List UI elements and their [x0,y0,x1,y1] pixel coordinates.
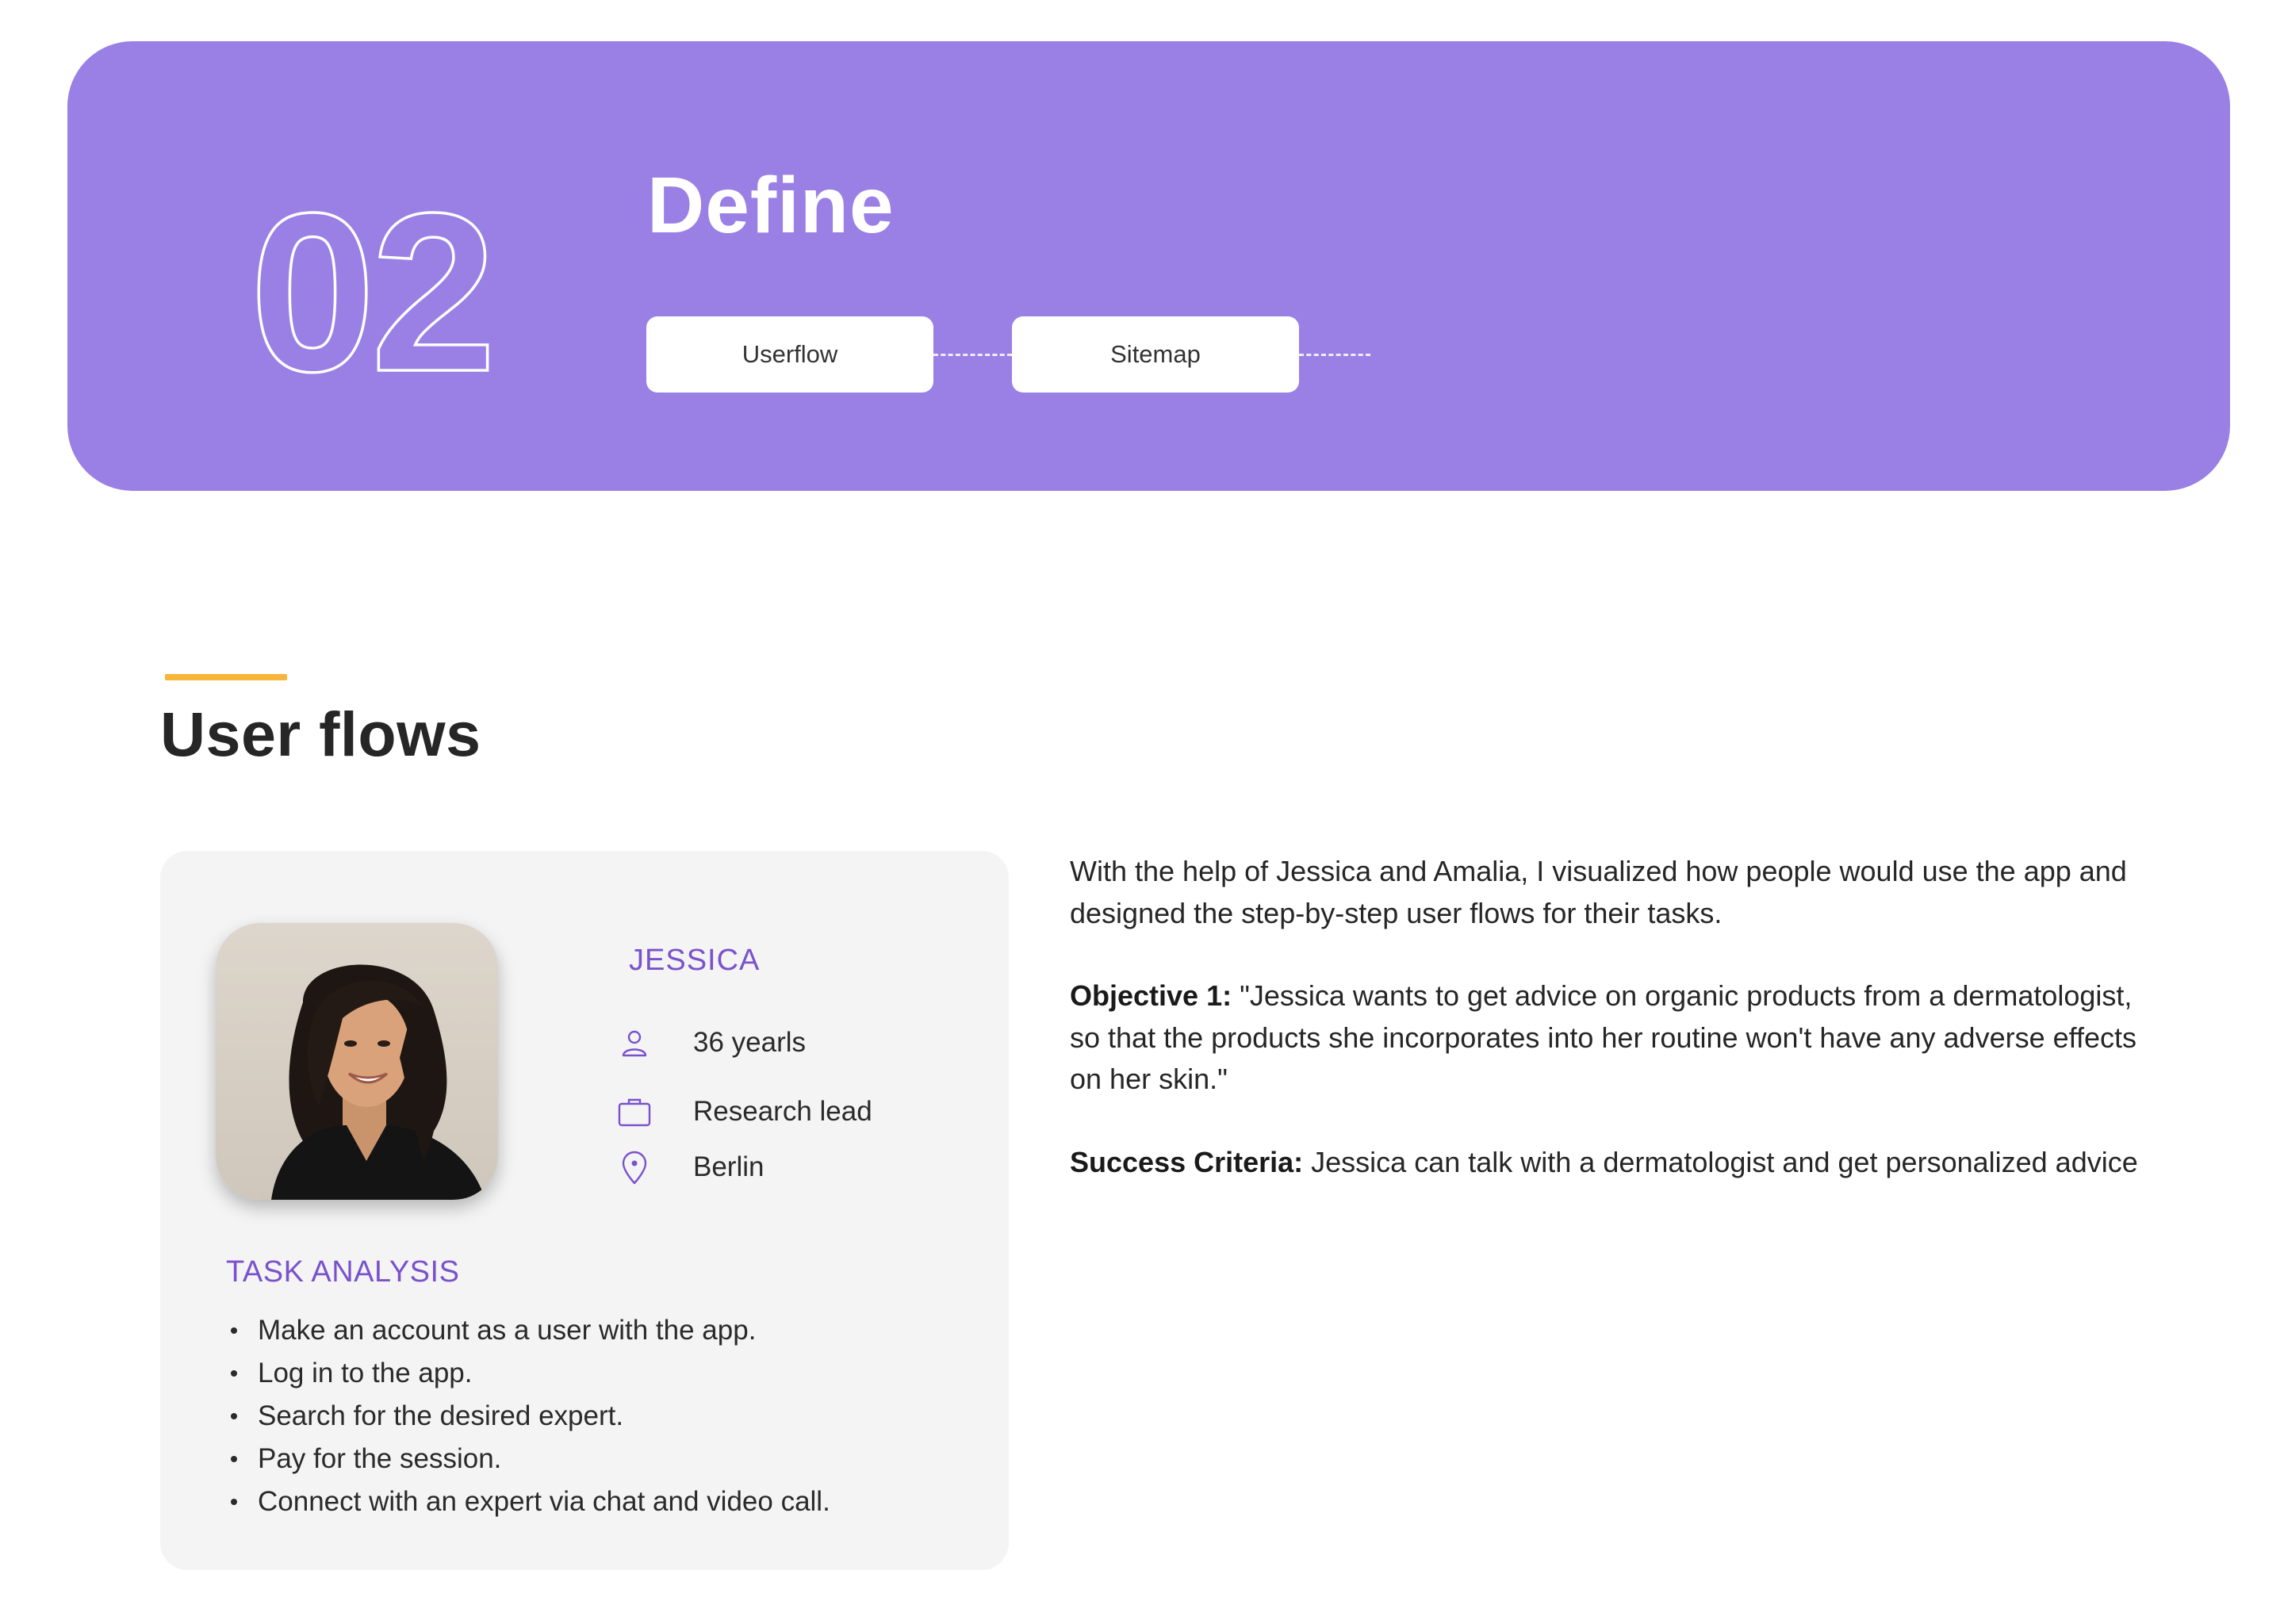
bullet-icon [231,1413,237,1419]
step-connector [1299,354,1370,356]
bullet-icon [231,1499,237,1505]
section-accent-bar [165,674,287,680]
step-sitemap-label: Sitemap [1110,340,1201,368]
list-item: Pay for the session. [226,1438,830,1480]
step-connector [933,354,1012,356]
task-list: Make an account as a user with the app. … [226,1309,830,1523]
briefcase-icon [616,1094,653,1130]
task-text: Pay for the session. [258,1443,502,1474]
task-text: Search for the desired expert. [258,1400,624,1431]
section-number-text: 02 [250,180,492,402]
section-number: 02 [250,180,504,402]
persona-photo [216,923,498,1200]
task-text: Make an account as a user with the app. [258,1315,757,1346]
list-item: Log in to the app. [226,1352,830,1395]
persona-role: Research lead [693,1096,872,1127]
list-item: Search for the desired expert. [226,1395,830,1438]
bullet-icon [231,1327,237,1334]
bullet-icon [231,1456,237,1462]
persona-name: JESSICA [629,944,761,977]
success-paragraph: Success Criteria: Jessica can talk with … [1070,1142,2148,1184]
location-pin-icon [616,1149,653,1185]
persona-card: JESSICA 36 yearls Research lead Berlin T… [160,851,1009,1570]
persona-role-row: Research lead [616,1090,872,1134]
step-userflow-label: Userflow [742,340,838,368]
persona-age: 36 yearls [693,1027,807,1058]
userflow-description: With the help of Jessica and Amalia, I v… [1070,851,2148,1224]
objective-paragraph: Objective 1: "Jessica wants to get advic… [1070,975,2148,1101]
persona-location: Berlin [693,1151,765,1182]
bullet-icon [231,1370,237,1377]
list-item: Connect with an expert via chat and vide… [226,1480,830,1523]
section-number-outline: 02 [250,180,498,402]
objective-label: Objective 1: [1070,979,1232,1012]
success-text: Jessica can talk with a dermatologist an… [1303,1145,2138,1178]
persona-age-row: 36 yearls [616,1021,806,1065]
list-item: Make an account as a user with the app. [226,1309,830,1352]
step-userflow-button[interactable]: Userflow [646,316,933,393]
persona-location-row: Berlin [616,1145,764,1189]
section-title: User flows [160,699,481,769]
define-hero-banner: 02 Define Userflow Sitemap [67,41,2230,491]
task-text: Connect with an expert via chat and vide… [258,1486,830,1517]
step-sitemap-button[interactable]: Sitemap [1012,316,1299,393]
task-analysis-heading: TASK ANALYSIS [226,1255,460,1289]
task-text: Log in to the app. [258,1358,473,1388]
success-label: Success Criteria: [1070,1145,1304,1178]
persona-avatar [216,923,498,1200]
user-icon [616,1025,653,1061]
intro-paragraph: With the help of Jessica and Amalia, I v… [1070,855,2127,929]
page-title: Define [647,161,895,250]
